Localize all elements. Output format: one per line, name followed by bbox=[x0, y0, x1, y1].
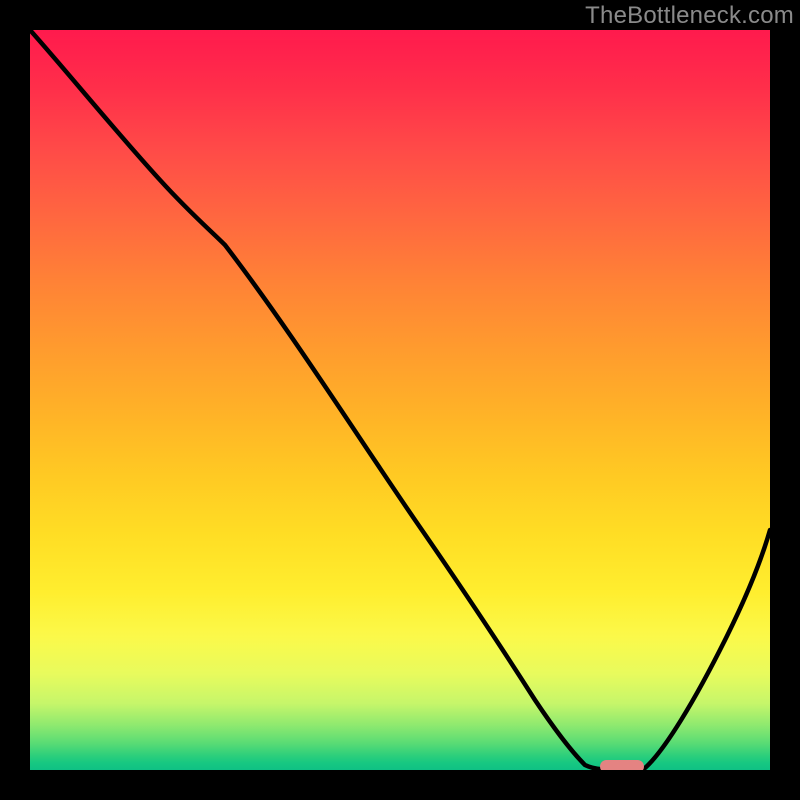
bottleneck-curve bbox=[30, 30, 770, 770]
minimum-marker bbox=[600, 760, 644, 770]
chart-frame: TheBottleneck.com bbox=[0, 0, 800, 800]
chart-plot-area bbox=[30, 30, 770, 770]
watermark-text: TheBottleneck.com bbox=[585, 2, 794, 30]
chart-curve-svg bbox=[30, 30, 770, 770]
